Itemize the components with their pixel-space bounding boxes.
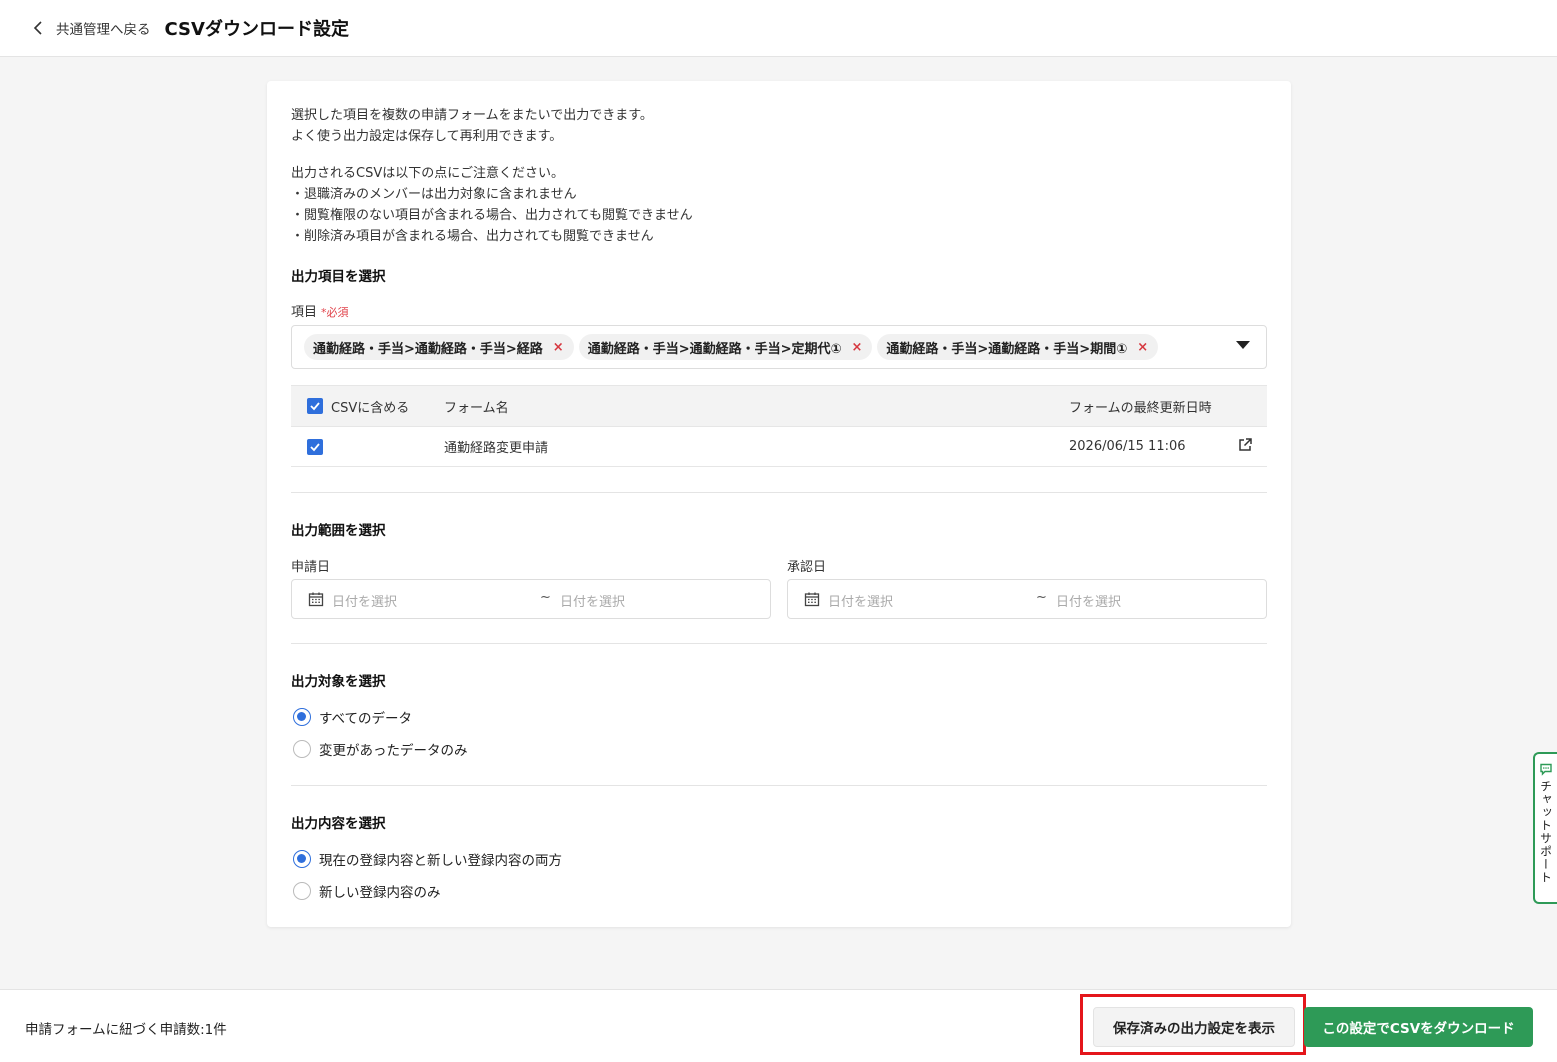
radio-label: 変更があったデータのみ xyxy=(319,743,468,759)
radio-selected xyxy=(293,708,311,726)
target-option-all[interactable]: すべてのデータ xyxy=(293,707,412,727)
content-section-title: 出力内容を選択 xyxy=(291,816,386,832)
show-saved-settings-button[interactable]: 保存済みの出力設定を表示 xyxy=(1093,1007,1295,1047)
items-section-title: 出力項目を選択 xyxy=(291,269,386,285)
include-all-header: CSVに含める xyxy=(307,397,409,416)
chip-remove-icon[interactable]: × xyxy=(852,340,863,355)
content-option-both[interactable]: 現在の登録内容と新しい登録内容の両方 xyxy=(293,849,562,869)
form-name-header: フォーム名 xyxy=(444,400,509,416)
chip-label: 通勤経路・手当>通勤経路・手当>定期代① xyxy=(587,341,842,357)
calendar-icon xyxy=(804,592,820,607)
item-chip: 通勤経路・手当>通勤経路・手当>経路 × xyxy=(304,334,574,360)
check-icon xyxy=(310,442,320,451)
radio-label: 新しい登録内容のみ xyxy=(319,885,441,901)
radio-unselected xyxy=(293,882,311,900)
notice-line: 出力されるCSVは以下の点にご注意ください。 xyxy=(291,166,564,181)
range-section-title: 出力範囲を選択 xyxy=(291,523,386,539)
notice-line: ・閲覧権限のない項目が含まれる場合、出力されても閲覧できません xyxy=(291,208,693,223)
chip-remove-icon[interactable]: × xyxy=(1137,340,1148,355)
check-icon xyxy=(310,402,320,411)
radio-unselected xyxy=(293,740,311,758)
description-line: 選択した項目を複数の申請フォームをまたいで出力できます。 xyxy=(291,108,653,123)
radio-selected xyxy=(293,850,311,868)
divider xyxy=(291,643,1267,644)
approve-date-start[interactable]: 日付を選択 xyxy=(828,591,893,610)
range-tilde: ~ xyxy=(1036,590,1047,605)
chip-remove-icon[interactable]: × xyxy=(553,340,564,355)
description: 選択した項目を複数の申請フォームをまたいで出力できます。 よく使う出力設定は保存… xyxy=(291,105,1267,247)
footer-bar: 申請フォームに紐づく申請数:1件 保存済みの出力設定を表示 この設定でCSVをダ… xyxy=(0,989,1557,1062)
table-row: 通勤経路変更申請 2026/06/15 11:06 xyxy=(291,426,1267,467)
range-tilde: ~ xyxy=(540,590,551,605)
content-option-new[interactable]: 新しい登録内容のみ xyxy=(293,881,441,901)
include-header-label: CSVに含める xyxy=(331,400,410,416)
required-mark: *必須 xyxy=(321,306,349,319)
items-multiselect[interactable]: 通勤経路・手当>通勤経路・手当>経路 × 通勤経路・手当>通勤経路・手当>定期代… xyxy=(291,325,1267,369)
notice-line: ・退職済みのメンバーは出力対象に含まれません xyxy=(291,187,577,202)
back-link[interactable]: 共通管理へ戻る xyxy=(32,18,151,38)
notice-line: ・削除済み項目が含まれる場合、出力されても閲覧できません xyxy=(291,229,654,244)
radio-label: 現在の登録内容と新しい登録内容の両方 xyxy=(319,853,562,869)
description-line: よく使う出力設定は保存して再利用できます。 xyxy=(291,129,563,144)
approve-date-label: 承認日 xyxy=(787,560,827,575)
item-chip: 通勤経路・手当>通勤経路・手当>期間① × xyxy=(877,334,1159,360)
items-label: 項目 xyxy=(291,305,318,320)
updated-cell: 2026/06/15 11:06 xyxy=(1069,439,1186,454)
chat-support-tab[interactable]: チャットサポート xyxy=(1533,752,1557,904)
page-header: 共通管理へ戻る CSVダウンロード設定 xyxy=(0,0,1557,57)
chat-bubble-icon xyxy=(1540,763,1552,776)
target-option-changed[interactable]: 変更があったデータのみ xyxy=(293,739,468,759)
divider xyxy=(291,785,1267,786)
apply-date-range: 日付を選択 ~ 日付を選択 xyxy=(291,579,771,619)
page-title: CSVダウンロード設定 xyxy=(164,19,349,40)
row-include-checkbox[interactable] xyxy=(307,438,323,455)
apply-date-start[interactable]: 日付を選択 xyxy=(332,591,397,610)
external-link-icon[interactable] xyxy=(1237,437,1253,457)
target-section-title: 出力対象を選択 xyxy=(291,674,386,690)
radio-label: すべてのデータ xyxy=(319,711,413,727)
table-header: CSVに含める フォーム名 フォームの最終更新日時 xyxy=(291,385,1267,426)
approve-date-range: 日付を選択 ~ 日付を選択 xyxy=(787,579,1267,619)
items-field-label: 項目 *必須 xyxy=(291,301,349,320)
application-count: 申請フォームに紐づく申請数:1件 xyxy=(25,1022,227,1038)
back-link-label: 共通管理へ戻る xyxy=(56,22,151,38)
chip-label: 通勤経路・手当>通勤経路・手当>期間① xyxy=(886,341,1128,357)
include-all-checkbox[interactable] xyxy=(307,398,323,414)
apply-date-end[interactable]: 日付を選択 xyxy=(560,591,625,610)
settings-card: 選択した項目を複数の申請フォームをまたいで出力できます。 よく使う出力設定は保存… xyxy=(267,81,1291,927)
download-csv-button[interactable]: この設定でCSVをダウンロード xyxy=(1304,1007,1533,1047)
apply-date-label: 申請日 xyxy=(291,560,331,575)
approve-date-end[interactable]: 日付を選択 xyxy=(1056,591,1121,610)
calendar-icon xyxy=(308,592,324,607)
form-name-cell: 通勤経路変更申請 xyxy=(444,441,549,456)
divider xyxy=(291,492,1267,493)
forms-table: CSVに含める フォーム名 フォームの最終更新日時 通勤経路変更申請 2026/… xyxy=(291,385,1267,467)
chevron-left-icon xyxy=(33,21,42,35)
updated-header: フォームの最終更新日時 xyxy=(1069,400,1212,416)
caret-down-icon[interactable] xyxy=(1236,341,1250,349)
chat-support-label: チャットサポート xyxy=(1538,780,1553,884)
item-chip: 通勤経路・手当>通勤経路・手当>定期代① × xyxy=(578,334,873,360)
chip-label: 通勤経路・手当>通勤経路・手当>経路 xyxy=(313,341,543,357)
